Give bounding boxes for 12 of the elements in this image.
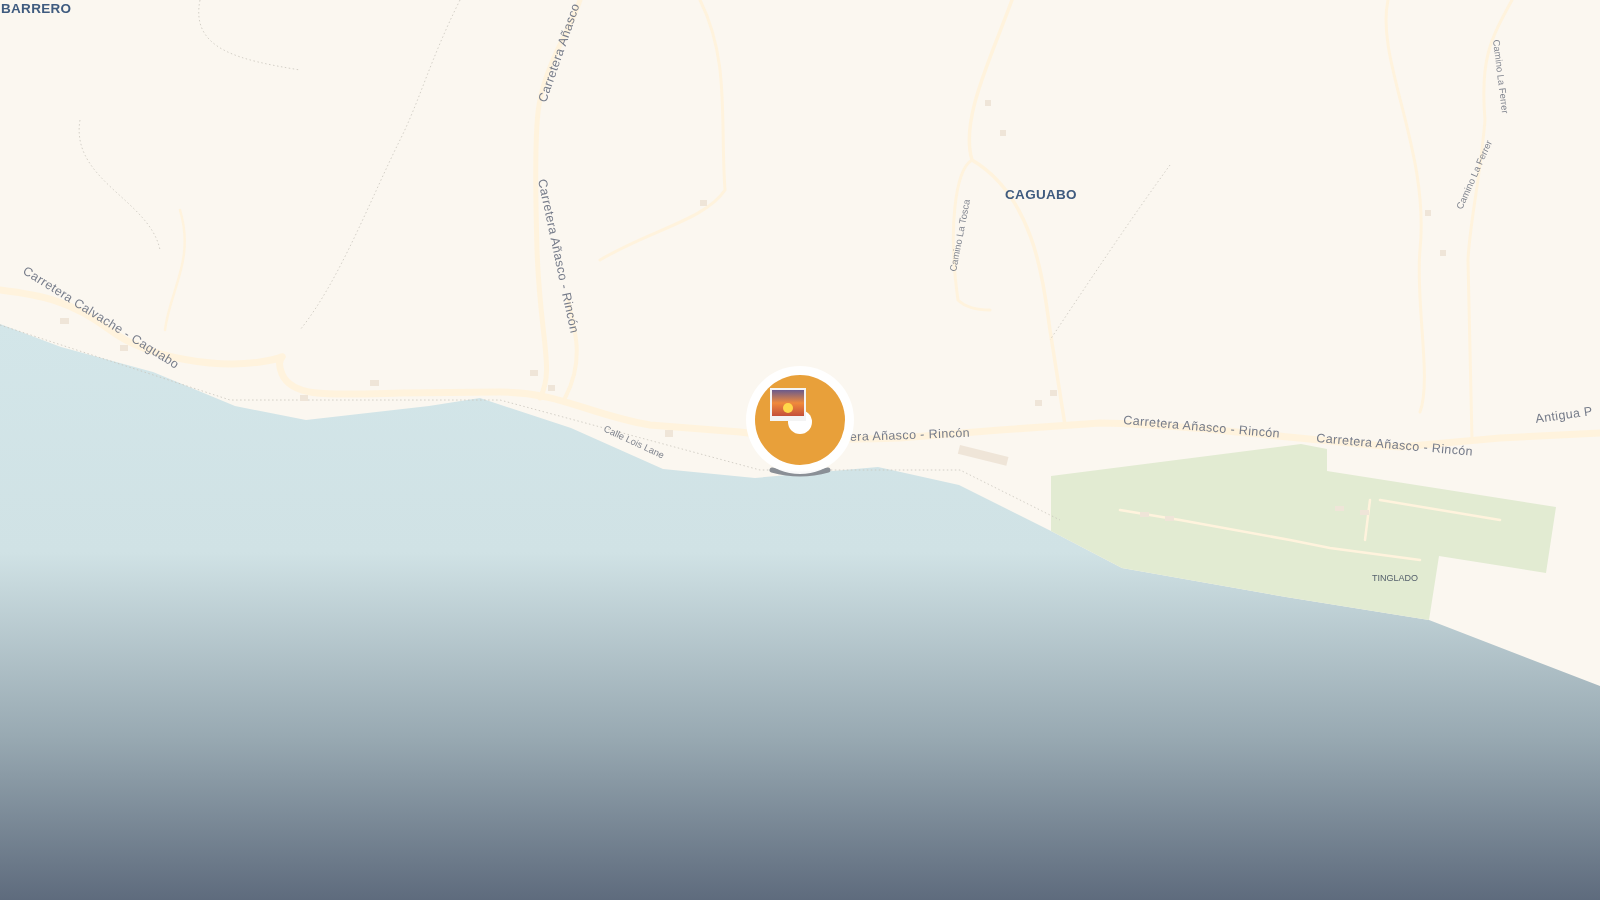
- road-label: Carretera Añasco - Rincón: [1122, 413, 1281, 441]
- sunset-photo-icon: [770, 388, 806, 421]
- place-label: BARRERO: [1, 1, 72, 16]
- road-label: Carretera Añasco - Rincón: [535, 177, 582, 335]
- road-label: Calle Lois Lane: [602, 422, 667, 461]
- road-label: era Añasco - Rincón: [849, 425, 971, 444]
- road-label: Camino La Ferrer: [1491, 38, 1511, 115]
- road-label: Antigua P: [1534, 404, 1594, 426]
- road-label: Camino La Tosca: [947, 198, 972, 273]
- road-label: Carretera Añasco - Rincón: [1315, 431, 1474, 459]
- area-label: TINGLADO: [1372, 573, 1418, 583]
- place-label: CAGUABO: [1005, 187, 1077, 202]
